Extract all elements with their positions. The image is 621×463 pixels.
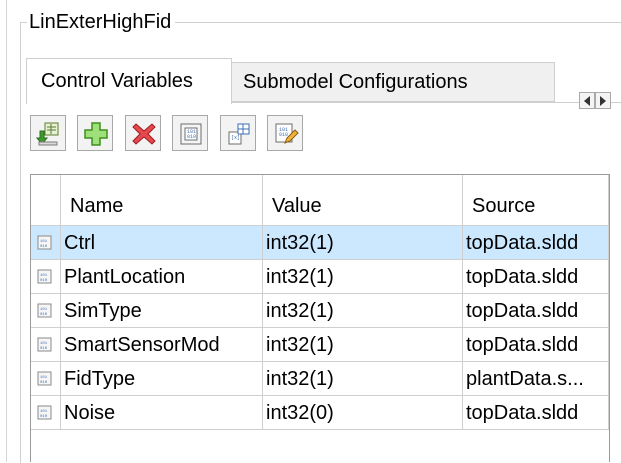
- cell-name[interactable]: SimType: [61, 294, 263, 328]
- toolbar: 101 010 [x] 101 010: [30, 115, 621, 155]
- svg-text:010: 010: [40, 245, 48, 249]
- cell-name[interactable]: FidType: [61, 362, 263, 396]
- table-row[interactable]: 101 010 SimType int32(1) topData.sldd: [31, 294, 609, 328]
- edit-variable-icon: 101 010: [275, 123, 299, 144]
- table-row[interactable]: 101 010 PlantLocation int32(1) topData.sl…: [31, 260, 609, 294]
- svg-text:010: 010: [40, 415, 48, 419]
- cell-name[interactable]: PlantLocation: [61, 260, 263, 294]
- svg-text:010: 010: [40, 279, 48, 283]
- row-icon-cell: 101 010: [31, 260, 61, 294]
- table-row[interactable]: 101 010 Noise int32(0) topData.sldd: [31, 396, 609, 430]
- svg-text:101: 101: [40, 308, 48, 312]
- table-row[interactable]: 101 010 FidType int32(1) plantData.s...: [31, 362, 609, 396]
- variable-usage-button[interactable]: 101 010: [172, 115, 208, 151]
- svg-text:101: 101: [40, 240, 48, 244]
- edit-variable-button[interactable]: 101 010: [267, 115, 303, 151]
- table-row[interactable]: 101 010 Ctrl int32(1) topData.sldd: [31, 226, 609, 260]
- column-header-value[interactable]: Value: [263, 175, 463, 226]
- create-variable-button[interactable]: [x]: [220, 115, 256, 151]
- cell-name[interactable]: Noise: [61, 396, 263, 430]
- tab-submodel-configurations[interactable]: Submodel Configurations: [232, 62, 555, 102]
- tab-control-variables[interactable]: Control Variables: [26, 58, 232, 104]
- cell-value[interactable]: int32(1): [263, 362, 463, 396]
- svg-text:010: 010: [187, 134, 196, 140]
- create-variable-icon: [x]: [228, 123, 250, 145]
- delete-icon: [132, 123, 156, 145]
- variable-icon: 101010: [37, 405, 52, 420]
- cell-source[interactable]: plantData.s...: [463, 362, 609, 396]
- variable-icon: 101010: [37, 303, 52, 318]
- tab-bar: Control Variables Submodel Configuration…: [26, 58, 621, 104]
- variable-icon: 101010: [37, 269, 52, 284]
- tab-scroll-left-button[interactable]: [579, 92, 595, 109]
- variable-icon: 101010: [37, 337, 52, 352]
- svg-text:101: 101: [40, 342, 48, 346]
- import-button[interactable]: [30, 115, 66, 151]
- cell-value[interactable]: int32(1): [263, 226, 463, 260]
- svg-text:101: 101: [40, 376, 48, 380]
- cell-source[interactable]: topData.sldd: [463, 260, 609, 294]
- cell-name[interactable]: Ctrl: [61, 226, 263, 260]
- add-button[interactable]: [77, 115, 113, 151]
- row-icon-cell: 101 010: [31, 328, 61, 362]
- column-header-source[interactable]: Source: [463, 175, 609, 226]
- variable-usage-icon: 101 010: [180, 123, 202, 145]
- svg-text:010: 010: [40, 313, 48, 317]
- variable-icon: 101010: [37, 235, 52, 250]
- row-icon-cell: 101 010: [31, 396, 61, 430]
- svg-text:101: 101: [40, 274, 48, 278]
- cell-source[interactable]: topData.sldd: [463, 328, 609, 362]
- cell-source[interactable]: topData.sldd: [463, 396, 609, 430]
- delete-button[interactable]: [125, 115, 161, 151]
- table-row[interactable]: 101 010 SmartSensorMod int32(1) topData.s…: [31, 328, 609, 362]
- add-icon: [84, 122, 108, 146]
- svg-text:101: 101: [40, 410, 48, 414]
- svg-text:010: 010: [40, 347, 48, 351]
- group-title: LinExterHighFid: [27, 9, 176, 35]
- column-header-name[interactable]: Name: [61, 175, 263, 226]
- cell-source[interactable]: topData.sldd: [463, 226, 609, 260]
- cell-value[interactable]: int32(1): [263, 260, 463, 294]
- variables-table: Name Value Source 101 010 Ctrl int32(1) t…: [30, 174, 610, 462]
- import-icon: [36, 122, 59, 146]
- tab-scroll-right-button[interactable]: [595, 92, 611, 109]
- svg-text:010: 010: [40, 381, 48, 385]
- row-icon-cell: 101 010: [31, 226, 61, 260]
- variable-icon: 101010: [37, 371, 52, 386]
- tab-divider: [232, 102, 621, 103]
- triangle-right-icon: [600, 96, 606, 106]
- cell-value[interactable]: int32(0): [263, 396, 463, 430]
- row-icon-cell: 101 010: [31, 294, 61, 328]
- svg-text:[x]: [x]: [231, 135, 240, 141]
- empty-table-area[interactable]: [31, 430, 609, 462]
- cell-name[interactable]: SmartSensorMod: [61, 328, 263, 362]
- cell-value[interactable]: int32(1): [263, 328, 463, 362]
- cell-value[interactable]: int32(1): [263, 294, 463, 328]
- cell-source[interactable]: topData.sldd: [463, 294, 609, 328]
- svg-text:010: 010: [279, 132, 288, 138]
- row-icon-cell: 101 010: [31, 362, 61, 396]
- header-icon-column: [31, 175, 61, 226]
- triangle-left-icon: [584, 96, 590, 106]
